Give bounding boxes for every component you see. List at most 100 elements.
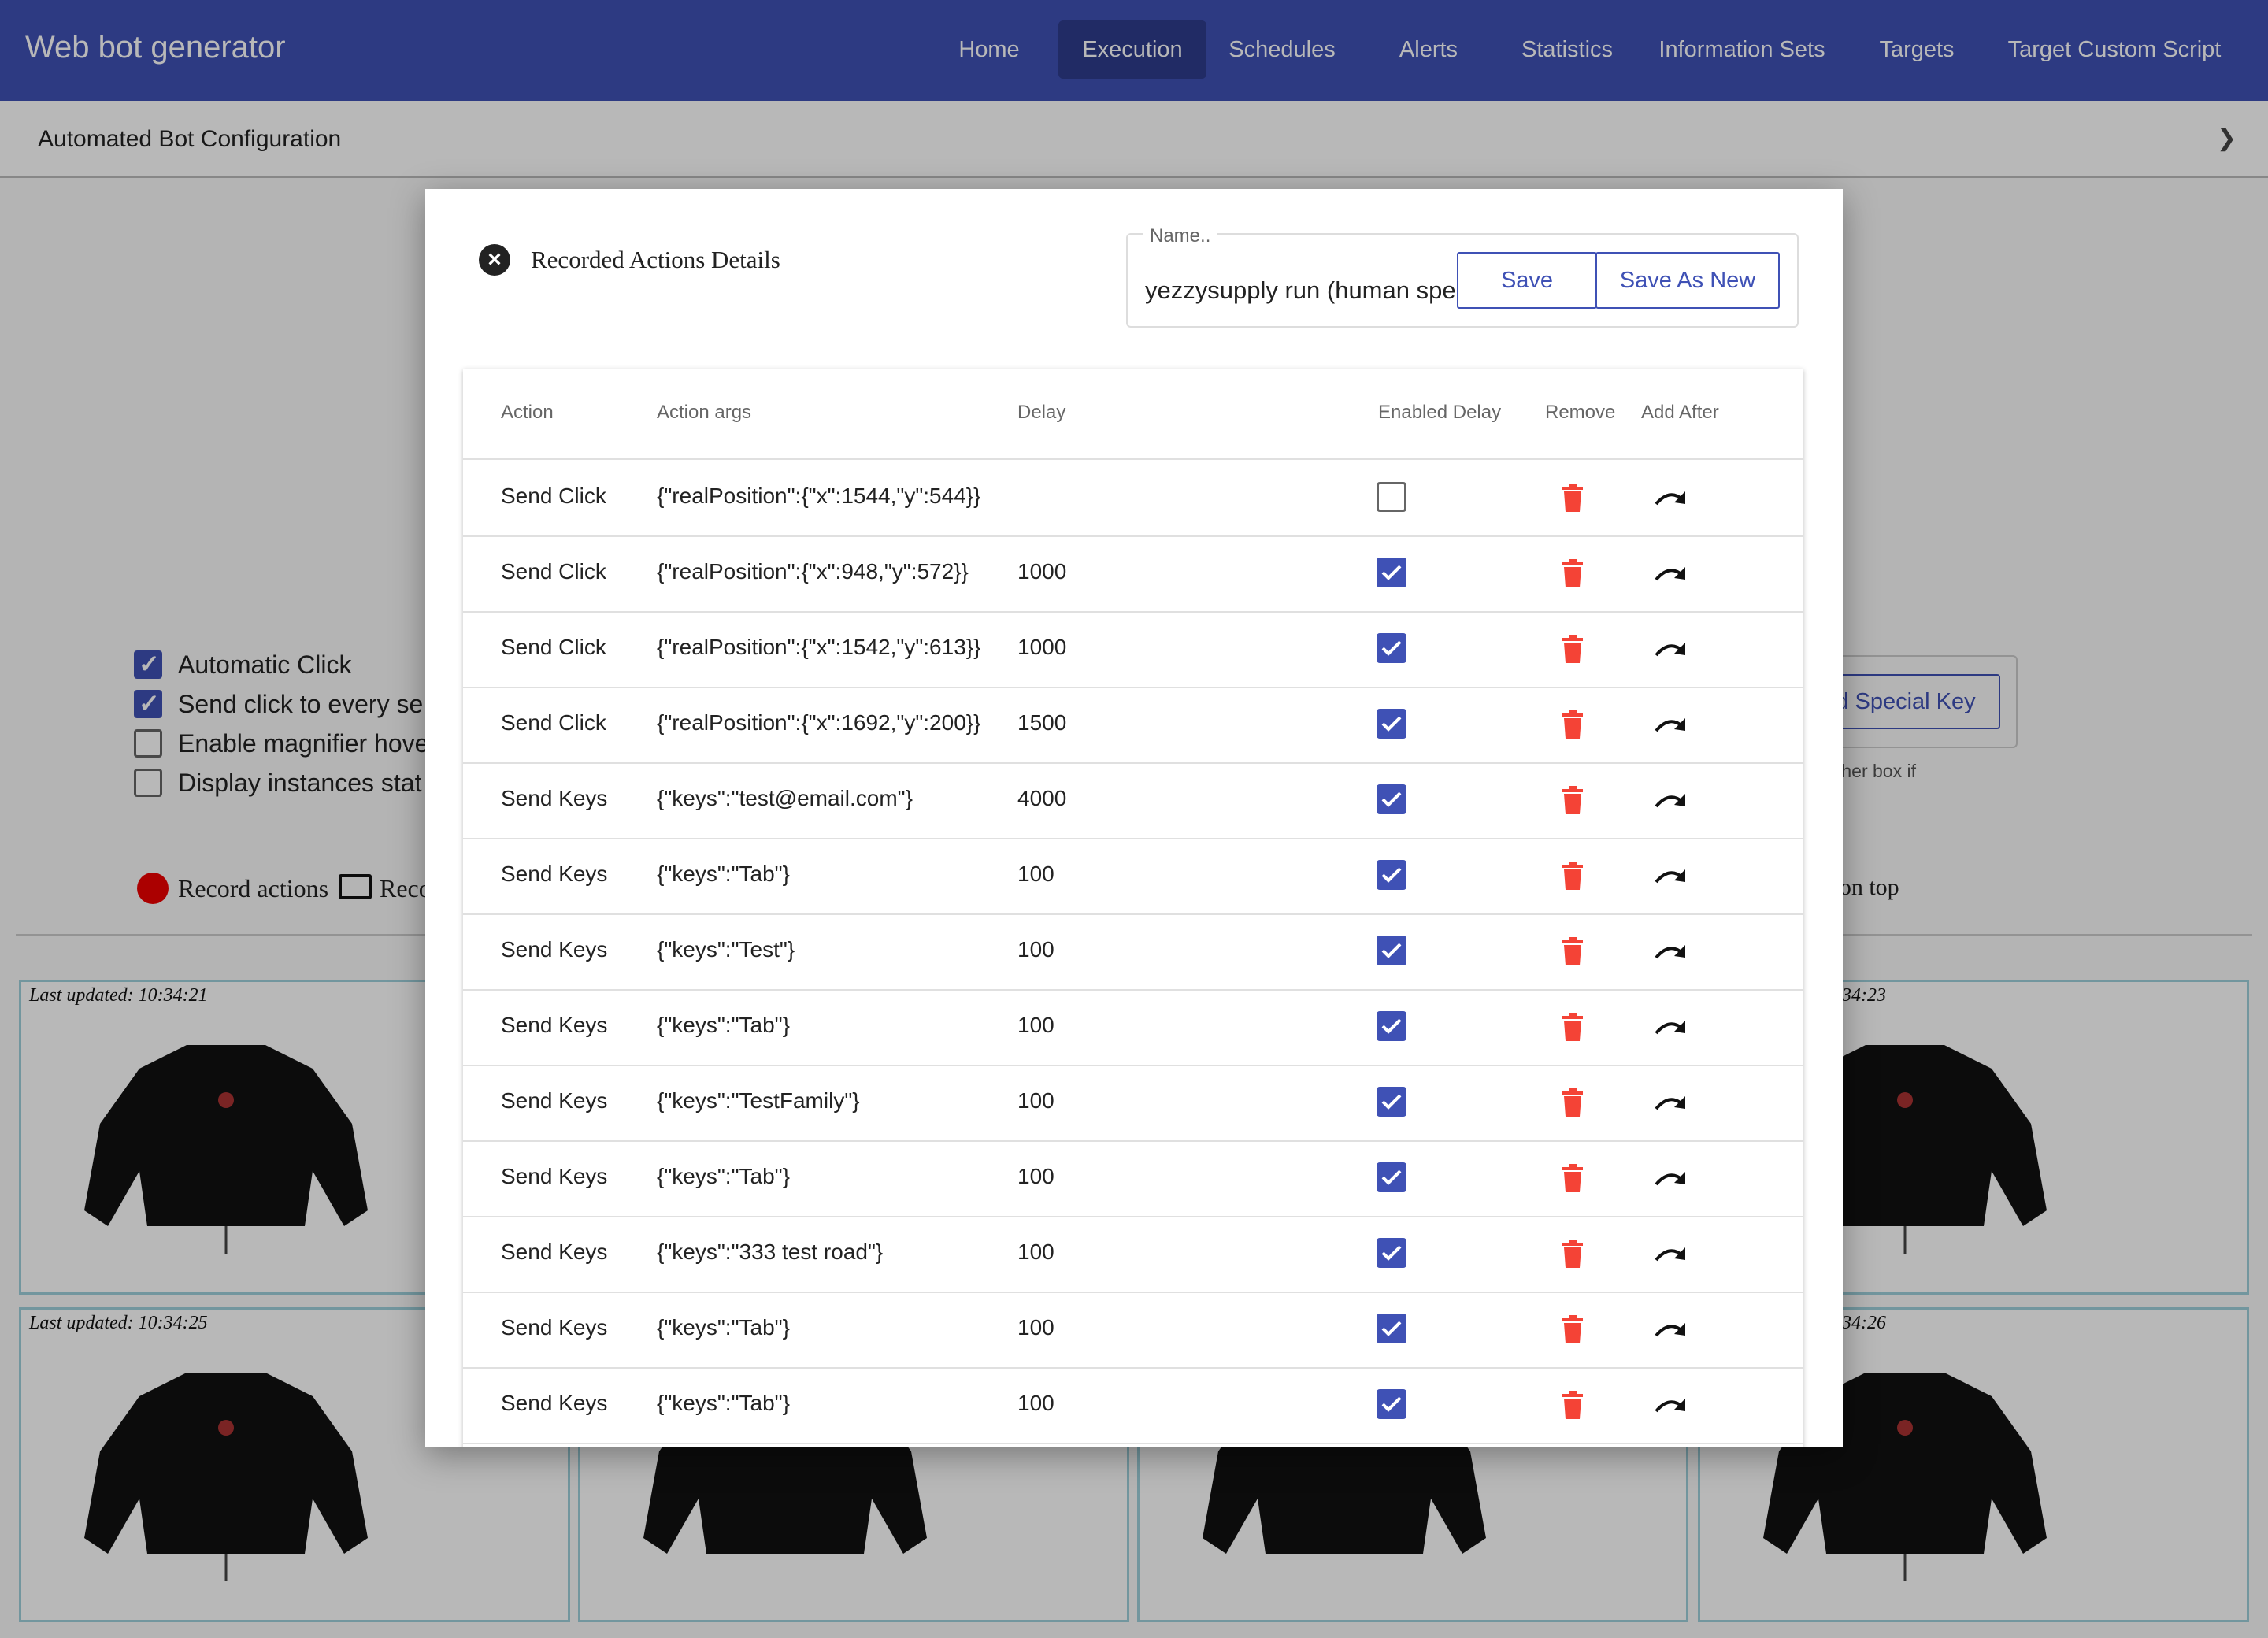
enabled-delay-checkbox[interactable] [1377,860,1406,890]
table-row: Send Click {"realPosition":{"x":1542,"y":… [463,611,1803,688]
recorded-actions-modal: × Recorded Actions Details Name.. Save S… [425,189,1843,1447]
action-args-cell: {"realPosition":{"x":1542,"y":613}} [657,635,981,659]
trash-icon[interactable] [1561,1164,1584,1192]
trash-icon[interactable] [1561,710,1584,739]
delay-cell[interactable]: 1000 [1017,559,1066,584]
modal-title: Recorded Actions Details [531,246,780,273]
table-header: Action Action args Delay Enabled Delay R… [463,369,1803,460]
action-cell: Send Keys [501,1391,608,1415]
delay-cell[interactable]: 1500 [1017,710,1066,736]
table-row: Send Keys {"keys":"Tab"} 100 [463,1367,1803,1444]
trash-icon[interactable] [1561,1315,1584,1343]
action-args-cell: {"keys":"Test"} [657,937,795,962]
action-args-cell: {"keys":"333 test road"} [657,1240,884,1264]
action-args-cell: {"keys":"Tab"} [657,1315,790,1340]
enabled-delay-checkbox[interactable] [1377,784,1406,814]
action-args-cell: {"keys":"Tab"} [657,862,790,886]
trash-icon[interactable] [1561,484,1584,512]
trash-icon[interactable] [1561,635,1584,663]
redo-arrow-icon[interactable] [1654,1395,1688,1414]
action-cell: Send Click [501,484,606,508]
trash-icon[interactable] [1561,559,1584,587]
table-row: Send Click {"realPosition":{"x":1692,"y":… [463,687,1803,764]
delay-cell[interactable]: 100 [1017,1088,1054,1114]
redo-arrow-icon[interactable] [1654,866,1688,885]
column-header-action-args: Action args [657,402,752,423]
action-args-cell: {"keys":"test@email.com"} [657,786,913,810]
column-header-enabled-delay: Enabled Delay [1378,402,1502,423]
trash-icon[interactable] [1561,1088,1584,1117]
table-row: Send Click {"realPosition":{"x":948,"y":5… [463,536,1803,613]
action-cell: Send Keys [501,937,608,962]
delay-cell[interactable]: 100 [1017,1315,1054,1340]
delay-cell[interactable]: 100 [1017,1240,1054,1265]
action-cell: Send Click [501,710,606,735]
enabled-delay-checkbox[interactable] [1377,633,1406,663]
name-input[interactable] [1145,271,1456,310]
redo-arrow-icon[interactable] [1654,639,1688,658]
table-row: Send Keys {"keys":"test@email.com"} 4000 [463,762,1803,839]
enabled-delay-checkbox[interactable] [1377,709,1406,739]
table-row: Send Keys {"keys":"Tab"} 100 [463,1140,1803,1217]
delay-cell[interactable]: 4000 [1017,786,1066,811]
redo-arrow-icon[interactable] [1654,1093,1688,1112]
trash-icon[interactable] [1561,937,1584,965]
action-args-cell: {"keys":"Tab"} [657,1013,790,1037]
redo-arrow-icon[interactable] [1654,791,1688,810]
delay-cell[interactable]: 100 [1017,862,1054,887]
action-cell: Send Keys [501,1088,608,1113]
redo-arrow-icon[interactable] [1654,1017,1688,1036]
save-button[interactable]: Save [1457,252,1597,309]
close-circle-icon[interactable]: × [479,244,510,276]
redo-arrow-icon[interactable] [1654,1244,1688,1263]
delay-cell[interactable]: 100 [1017,1164,1054,1189]
redo-arrow-icon[interactable] [1654,715,1688,734]
delay-cell[interactable]: 100 [1017,1391,1054,1416]
column-header-add-after: Add After [1641,402,1719,423]
column-header-action: Action [501,402,554,423]
trash-icon[interactable] [1561,1391,1584,1419]
table-row: Send Keys {"keys":"TestFamily"} 100 [463,1065,1803,1142]
enabled-delay-checkbox[interactable] [1377,1314,1406,1343]
save-as-new-button[interactable]: Save As New [1595,252,1780,309]
enabled-delay-checkbox[interactable] [1377,1162,1406,1192]
trash-icon[interactable] [1561,862,1584,890]
enabled-delay-checkbox[interactable] [1377,558,1406,587]
action-cell: Send Click [501,635,606,659]
redo-arrow-icon[interactable] [1654,1320,1688,1339]
action-args-cell: {"realPosition":{"x":948,"y":572}} [657,559,969,584]
enabled-delay-checkbox[interactable] [1377,936,1406,965]
action-cell: Send Click [501,559,606,584]
table-row: Send Keys {"keys":"Tab"} 100 [463,989,1803,1066]
action-args-cell: {"keys":"TestFamily"} [657,1088,860,1113]
action-args-cell: {"realPosition":{"x":1544,"y":544}} [657,484,981,508]
table-row: Send Keys {"keys":"Test"} 100 [463,914,1803,991]
action-cell: Send Keys [501,1164,608,1188]
enabled-delay-checkbox[interactable] [1377,1389,1406,1419]
action-cell: Send Keys [501,862,608,886]
actions-table: Action Action args Delay Enabled Delay R… [463,369,1803,1447]
action-cell: Send Keys [501,1013,608,1037]
enabled-delay-checkbox[interactable] [1377,1087,1406,1117]
delay-cell[interactable]: 100 [1017,1013,1054,1038]
enabled-delay-checkbox[interactable] [1377,1011,1406,1041]
trash-icon[interactable] [1561,786,1584,814]
delay-cell[interactable]: 1000 [1017,635,1066,660]
redo-arrow-icon[interactable] [1654,1169,1688,1188]
trash-icon[interactable] [1561,1013,1584,1041]
trash-icon[interactable] [1561,1240,1584,1268]
redo-arrow-icon[interactable] [1654,488,1688,507]
enabled-delay-checkbox[interactable] [1377,482,1406,512]
action-cell: Send Keys [501,1315,608,1340]
table-row: Send Keys {"keys":"333 test road"} 100 [463,1216,1803,1293]
table-row: Send Keys {"keys":"Tab"} 100 [463,1292,1803,1369]
action-args-cell: {"keys":"Tab"} [657,1164,790,1188]
table-row: Send Keys {"keys":"Tab"} 100 [463,838,1803,915]
redo-arrow-icon[interactable] [1654,564,1688,583]
enabled-delay-checkbox[interactable] [1377,1238,1406,1268]
redo-arrow-icon[interactable] [1654,942,1688,961]
name-field-label: Name.. [1143,225,1217,247]
delay-cell[interactable]: 100 [1017,937,1054,962]
action-args-cell: {"keys":"Tab"} [657,1391,790,1415]
table-row: Send Click {"realPosition":{"x":1544,"y":… [463,460,1803,537]
